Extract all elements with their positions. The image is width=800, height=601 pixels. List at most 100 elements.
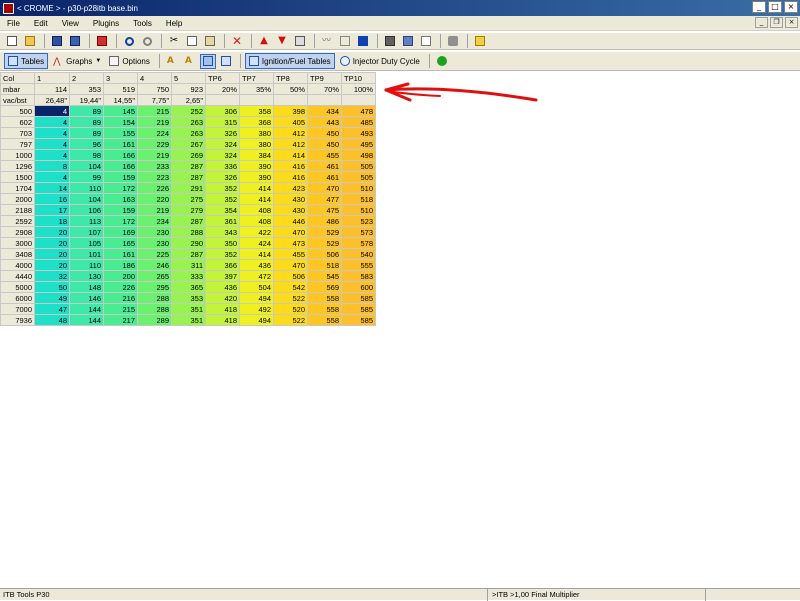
value-cell[interactable]: 32 — [34, 270, 70, 282]
value-cell[interactable]: 510 — [341, 182, 376, 194]
value-cell[interactable]: 99 — [69, 171, 104, 183]
value-cell[interactable]: 475 — [307, 204, 342, 216]
value-cell[interactable]: 470 — [307, 182, 342, 194]
mbar-row-cell[interactable]: 100% — [341, 83, 376, 95]
value-cell[interactable]: 473 — [273, 237, 308, 249]
value-cell[interactable]: 230 — [137, 237, 172, 249]
menu-edit[interactable]: Edit — [27, 19, 55, 28]
dropdown-arrow-icon[interactable]: ▼ — [95, 58, 101, 64]
value-cell[interactable]: 434 — [307, 105, 342, 117]
vac-bst-row-cell[interactable] — [239, 94, 274, 106]
rpm-cell[interactable]: 3408 — [0, 248, 35, 260]
value-cell[interactable]: 269 — [171, 149, 206, 161]
value-cell[interactable]: 101 — [69, 248, 104, 260]
value-cell[interactable]: 414 — [273, 149, 308, 161]
value-cell[interactable]: 368 — [239, 116, 274, 128]
value-cell[interactable]: 494 — [239, 292, 274, 304]
value-cell[interactable]: 423 — [273, 182, 308, 194]
value-cell[interactable]: 365 — [171, 281, 206, 293]
value-cell[interactable]: 287 — [171, 215, 206, 227]
close-button[interactable]: × — [784, 1, 798, 13]
value-cell[interactable]: 461 — [307, 160, 342, 172]
value-cell[interactable]: 18 — [34, 215, 70, 227]
interpolate-button[interactable]: 〰 — [319, 34, 335, 49]
mbar-row-cell[interactable]: 923 — [171, 83, 206, 95]
menu-file[interactable]: File — [0, 19, 27, 28]
value-cell[interactable]: 279 — [171, 204, 206, 216]
injector-duty-cycle-button[interactable]: Injector Duty Cycle — [337, 53, 423, 69]
value-cell[interactable]: 398 — [273, 105, 308, 117]
value-cell[interactable]: 145 — [103, 105, 138, 117]
decrease-button[interactable]: ▼ — [274, 34, 290, 49]
value-cell[interactable]: 288 — [137, 303, 172, 315]
mbar-row-cell[interactable]: 114 — [34, 83, 70, 95]
column-header-row-cell[interactable]: 3 — [103, 72, 138, 84]
value-cell[interactable]: 315 — [205, 116, 240, 128]
rpm-cell[interactable]: 500 — [0, 105, 35, 117]
value-cell[interactable]: 414 — [239, 248, 274, 260]
value-cell[interactable]: 430 — [273, 193, 308, 205]
value-cell[interactable]: 220 — [137, 193, 172, 205]
config-button[interactable] — [400, 34, 416, 49]
value-cell[interactable]: 430 — [273, 204, 308, 216]
value-cell[interactable]: 523 — [341, 215, 376, 227]
value-cell[interactable]: 144 — [69, 314, 104, 326]
chip-button[interactable] — [382, 34, 398, 49]
value-cell[interactable]: 219 — [137, 116, 172, 128]
rpm-cell[interactable]: 703 — [0, 127, 35, 139]
vac-bst-row-cell[interactable]: 14,55" — [103, 94, 138, 106]
smooth-button[interactable] — [337, 34, 353, 49]
value-cell[interactable]: 384 — [239, 149, 274, 161]
value-cell[interactable]: 380 — [239, 127, 274, 139]
value-cell[interactable]: 289 — [137, 314, 172, 326]
value-cell[interactable]: 558 — [307, 303, 342, 315]
value-cell[interactable]: 436 — [239, 259, 274, 271]
value-cell[interactable]: 336 — [205, 160, 240, 172]
value-cell[interactable]: 416 — [273, 171, 308, 183]
mbar-row-cell[interactable]: 750 — [137, 83, 172, 95]
column-header-row-cell[interactable]: TP8 — [273, 72, 308, 84]
value-cell[interactable]: 215 — [103, 303, 138, 315]
value-cell[interactable]: 200 — [103, 270, 138, 282]
value-cell[interactable]: 226 — [137, 182, 172, 194]
value-cell[interactable]: 4 — [34, 116, 70, 128]
value-cell[interactable]: 219 — [137, 149, 172, 161]
value-cell[interactable]: 146 — [69, 292, 104, 304]
open-button[interactable] — [22, 34, 38, 49]
value-cell[interactable]: 311 — [171, 259, 206, 271]
rpm-cell[interactable]: 1500 — [0, 171, 35, 183]
value-cell[interactable]: 585 — [341, 292, 376, 304]
value-cell[interactable]: 350 — [205, 237, 240, 249]
value-cell[interactable]: 4 — [34, 149, 70, 161]
value-cell[interactable]: 418 — [205, 314, 240, 326]
map-d-button[interactable] — [218, 54, 234, 69]
value-cell[interactable]: 4 — [34, 105, 70, 117]
value-cell[interactable]: 418 — [205, 303, 240, 315]
value-cell[interactable]: 424 — [239, 237, 274, 249]
value-cell[interactable]: 414 — [239, 182, 274, 194]
value-cell[interactable]: 585 — [341, 314, 376, 326]
value-cell[interactable]: 522 — [273, 292, 308, 304]
vac-bst-row-cell[interactable]: 7,75" — [137, 94, 172, 106]
value-cell[interactable]: 159 — [103, 171, 138, 183]
value-cell[interactable]: 443 — [307, 116, 342, 128]
tables-button[interactable]: Tables — [4, 53, 49, 69]
value-cell[interactable]: 585 — [341, 303, 376, 315]
value-cell[interactable]: 287 — [171, 171, 206, 183]
value-cell[interactable]: 477 — [307, 193, 342, 205]
value-cell[interactable]: 17 — [34, 204, 70, 216]
value-cell[interactable]: 288 — [137, 292, 172, 304]
value-cell[interactable]: 352 — [205, 248, 240, 260]
value-cell[interactable]: 472 — [239, 270, 274, 282]
value-cell[interactable]: 505 — [341, 160, 376, 172]
options-button[interactable]: Options — [106, 53, 153, 69]
value-cell[interactable]: 106 — [69, 204, 104, 216]
value-cell[interactable]: 219 — [137, 204, 172, 216]
value-cell[interactable]: 288 — [171, 226, 206, 238]
rpm-cell[interactable]: 6000 — [0, 292, 35, 304]
minimize-button[interactable]: _ — [752, 1, 766, 13]
save-as-button[interactable] — [67, 34, 83, 49]
value-cell[interactable]: 155 — [103, 127, 138, 139]
value-cell[interactable]: 14 — [34, 182, 70, 194]
value-cell[interactable]: 351 — [171, 303, 206, 315]
